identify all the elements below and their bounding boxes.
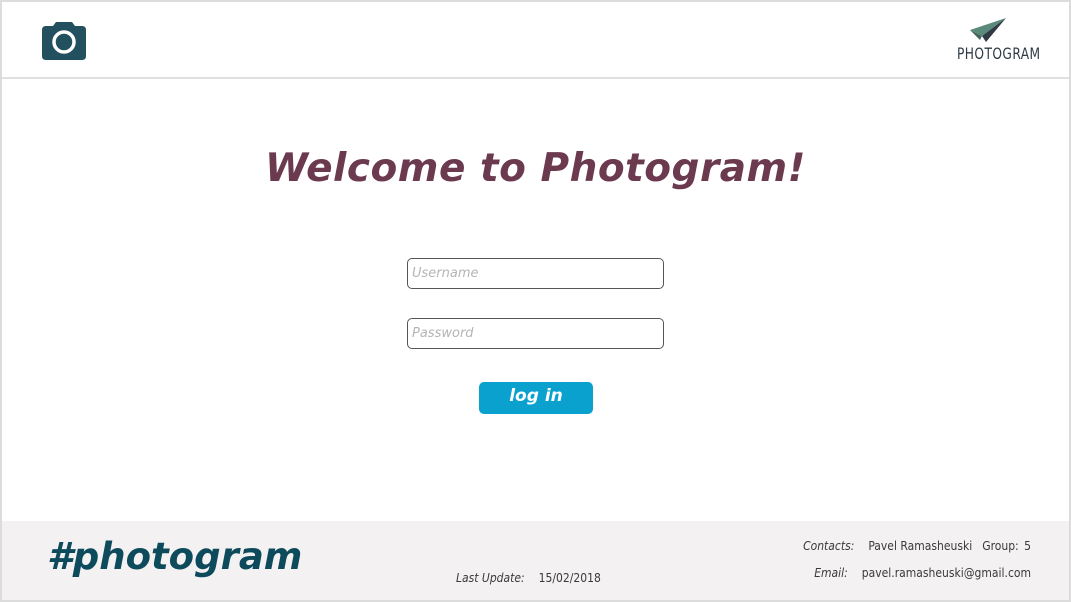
top-bar: PHOTOGRAM: [2, 2, 1069, 79]
last-update-value: 15/02/2018: [538, 571, 601, 585]
group-label: Group:: [982, 539, 1019, 553]
email-label: Email:: [814, 566, 848, 580]
app-window: PHOTOGRAM Welcome to Photogram! log in #…: [0, 0, 1071, 602]
paper-plane-icon: [970, 18, 1006, 42]
footer-hashtag: #photogram: [47, 535, 303, 578]
group-value: 5: [1024, 539, 1031, 553]
footer: #photogram Last Update: 15/02/2018 Contac…: [2, 521, 1069, 600]
brand-logo[interactable]: PHOTOGRAM: [951, 14, 1041, 66]
contacts-line: Contacts: Pavel Ramasheuski Group: 5: [803, 539, 1031, 553]
camera-icon[interactable]: [42, 18, 86, 60]
page-title: Welcome to Photogram!: [265, 146, 806, 191]
last-update-label: Last Update:: [456, 571, 525, 585]
email-line: Email: pavel.ramasheuski@gmail.com: [814, 566, 1031, 580]
contacts-name: Pavel Ramasheuski: [868, 539, 973, 553]
brand-name: PHOTOGRAM: [957, 44, 1041, 63]
email-value[interactable]: pavel.ramasheuski@gmail.com: [862, 566, 1031, 580]
contacts-label: Contacts:: [803, 539, 855, 553]
password-input[interactable]: [407, 318, 664, 349]
username-input[interactable]: [407, 258, 664, 289]
login-button[interactable]: log in: [479, 382, 593, 414]
last-update: Last Update: 15/02/2018: [456, 571, 601, 585]
